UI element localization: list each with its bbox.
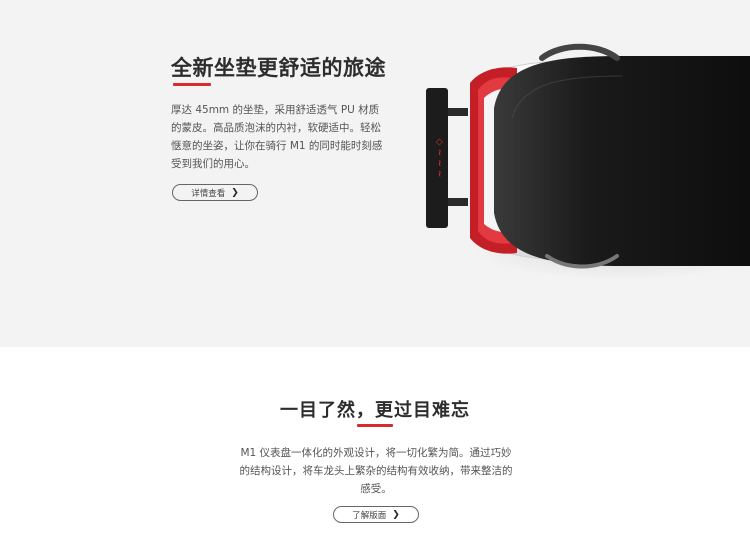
svg-text:◇ ~ ~ ~: ◇ ~ ~ ~ bbox=[434, 139, 444, 178]
details-button[interactable]: 详情查看 ❯ bbox=[172, 184, 258, 201]
hero-description: 厚达 45mm 的坐垫，采用舒适透气 PU 材质的蒙皮。高品质泡沫的内衬，软硬适… bbox=[171, 104, 383, 170]
hero-section: ◇ ~ ~ ~ 全新坐垫更舒适的旅途 厚达 45mm 的坐垫，采用舒适透气 PU… bbox=[0, 0, 750, 347]
scooter-seat-image: ◇ ~ ~ ~ bbox=[426, 43, 750, 269]
section-accent-bar bbox=[357, 424, 393, 427]
chevron-right-icon: ❯ bbox=[231, 187, 239, 198]
hero-title: 全新坐垫更舒适的旅途 bbox=[171, 56, 386, 80]
learn-layout-button-label: 了解版面 bbox=[352, 510, 387, 521]
learn-layout-button[interactable]: 了解版面 ❯ bbox=[333, 506, 419, 523]
chevron-right-icon: ❯ bbox=[392, 509, 400, 520]
section-title: 一目了然，更过目难忘 bbox=[280, 400, 470, 421]
details-button-label: 详情查看 bbox=[191, 188, 226, 199]
title-accent-bar bbox=[173, 83, 211, 86]
section-description: M1 仪表盘一体化的外观设计，将一切化繁为简。通过巧妙的结构设计，将车龙头上繁杂… bbox=[239, 447, 513, 495]
